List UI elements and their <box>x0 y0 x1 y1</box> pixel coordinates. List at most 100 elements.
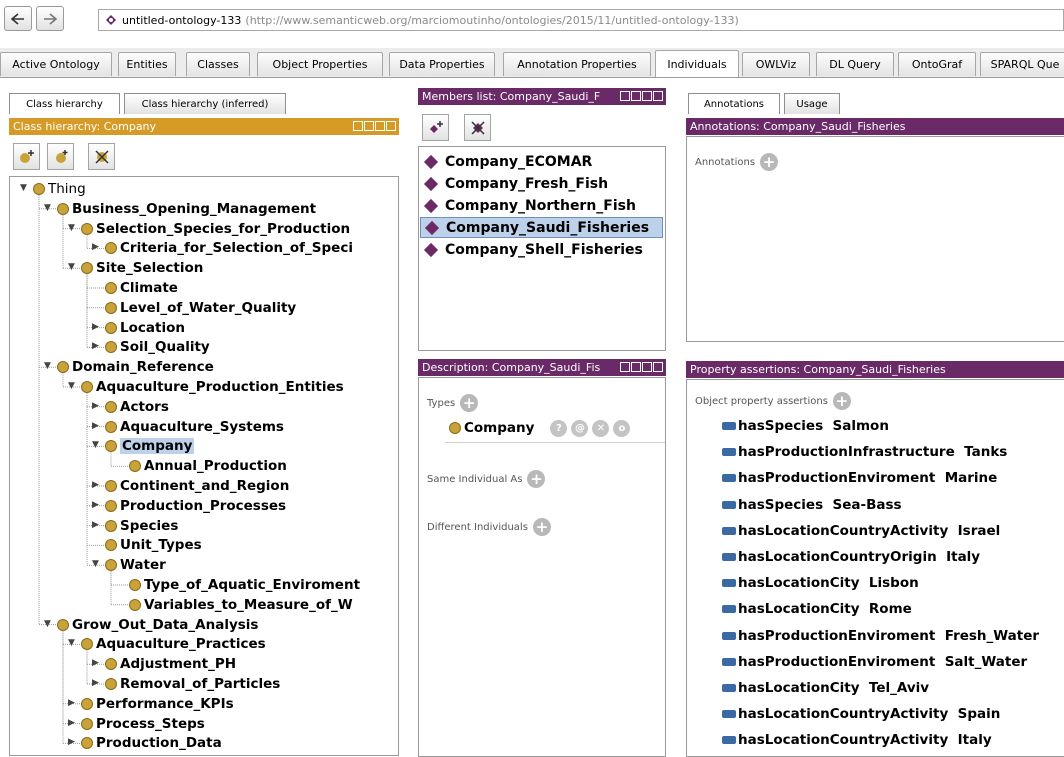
add-different-individual-button[interactable]: + <box>532 518 551 536</box>
expand-toggle-icon[interactable]: ▶ <box>92 242 99 252</box>
expand-toggle-icon[interactable]: ▶ <box>92 401 99 411</box>
property-assertion-row[interactable]: hasLocationCity Rome <box>722 599 912 619</box>
maximize-icon[interactable] <box>375 121 385 131</box>
expand-toggle-icon[interactable]: ▶ <box>68 698 75 708</box>
tab-data-properties[interactable]: Data Properties <box>389 52 495 76</box>
property-assertion-row[interactable]: hasLocationCountryActivity Israel <box>722 521 1000 541</box>
collapse-toggle-icon[interactable]: ▼ <box>92 440 99 450</box>
member-list-item[interactable]: Company_ECOMAR <box>423 151 592 172</box>
add-annotation-button[interactable]: + <box>760 153 779 171</box>
expand-toggle-icon[interactable]: ▶ <box>92 341 99 351</box>
expand-toggle-icon[interactable]: ▶ <box>92 658 99 668</box>
expand-toggle-icon[interactable]: ▶ <box>68 737 75 747</box>
view-controls[interactable] <box>353 121 396 131</box>
expand-toggle-icon[interactable]: ▶ <box>92 480 99 490</box>
minimize-icon[interactable] <box>364 121 374 131</box>
class-tree-node[interactable]: Location <box>105 318 185 338</box>
class-tree-node[interactable]: Performance_KPIs <box>81 694 234 714</box>
class-tree-node[interactable]: Type_of_Aquatic_Enviroment <box>129 575 360 595</box>
delete-class-button[interactable] <box>88 143 115 170</box>
remove-icon[interactable]: ✕ <box>592 419 610 437</box>
tab-individuals[interactable]: Individuals <box>655 50 739 77</box>
maximize-icon[interactable] <box>642 362 652 372</box>
class-tree-node[interactable]: Soil_Quality <box>105 337 210 357</box>
collapse-toggle-icon[interactable]: ▼ <box>68 638 75 648</box>
property-assertion-row[interactable]: hasProductionEnviroment Salt_Water <box>722 652 1027 672</box>
expand-toggle-icon[interactable]: ▶ <box>68 718 75 728</box>
class-tree-node[interactable]: Company <box>105 436 195 456</box>
property-assertion-row[interactable]: hasSpecies Sea-Bass <box>722 495 902 515</box>
maximize-icon[interactable] <box>642 91 652 101</box>
property-assertion-row[interactable]: hasSpecies Salmon <box>722 416 889 436</box>
class-tree-node[interactable]: Domain_Reference <box>57 357 214 377</box>
class-tree-node[interactable]: Level_of_Water_Quality <box>105 298 296 318</box>
add-object-property-assertion-button[interactable]: + <box>832 392 851 410</box>
add-subclass-button[interactable] <box>13 143 40 170</box>
close-icon[interactable] <box>653 362 663 372</box>
class-tree-node[interactable]: Aquaculture_Production_Entities <box>81 377 344 397</box>
collapse-toggle-icon[interactable]: ▼ <box>44 361 51 371</box>
class-tree-node[interactable]: Business_Opening_Management <box>57 199 316 219</box>
class-tree-node[interactable]: Annual_Production <box>129 456 287 476</box>
class-tree-node[interactable]: Actors <box>105 397 169 417</box>
edit-icon[interactable]: o <box>613 419 631 437</box>
close-icon[interactable] <box>386 121 396 131</box>
class-tree-node[interactable]: Aquaculture_Systems <box>105 417 284 437</box>
class-tree-node[interactable]: Production_Processes <box>105 496 286 516</box>
add-same-individual-button[interactable]: + <box>527 470 546 488</box>
property-assertion-row[interactable]: hasProductionInfrastructure Tanks <box>722 442 1007 462</box>
annotate-icon[interactable]: @ <box>571 419 589 437</box>
subtab-usage[interactable]: Usage <box>784 93 840 114</box>
pin-icon[interactable] <box>620 91 630 101</box>
collapse-toggle-icon[interactable]: ▼ <box>68 262 75 272</box>
collapse-toggle-icon[interactable]: ▼ <box>44 203 51 213</box>
collapse-toggle-icon[interactable]: ▼ <box>44 619 51 629</box>
property-assertion-row[interactable]: hasLocationCountryActivity Italy <box>722 730 992 750</box>
class-tree-node[interactable]: Production_Data <box>81 733 222 753</box>
expand-toggle-icon[interactable]: ▶ <box>92 520 99 530</box>
class-tree-node[interactable]: Site_Selection <box>81 258 203 278</box>
property-assertion-row[interactable]: hasLocationCountryActivity Spain <box>722 704 1000 724</box>
collapse-toggle-icon[interactable]: ▼ <box>68 381 75 391</box>
class-tree-node[interactable]: Variables_to_Measure_of_W <box>129 595 353 615</box>
ontology-address-bar[interactable]: untitled-ontology-133 (http://www.semant… <box>98 9 1064 31</box>
pin-icon[interactable] <box>353 121 363 131</box>
property-assertion-row[interactable]: hasLocationCity Lisbon <box>722 573 919 593</box>
member-list-item[interactable]: Company_Northern_Fish <box>423 195 636 216</box>
expand-toggle-icon[interactable]: ▶ <box>92 678 99 688</box>
class-tree-node[interactable]: Species <box>105 516 178 536</box>
tab-entities[interactable]: Entities <box>118 52 176 76</box>
add-type-button[interactable]: + <box>460 394 479 412</box>
tab-ontograf[interactable]: OntoGraf <box>898 52 976 76</box>
property-assertion-row[interactable]: hasProductionEnviroment Fresh_Water <box>722 626 1039 646</box>
subtab-class-hierarchy[interactable]: Class hierarchy <box>9 93 120 114</box>
subtab-annotations[interactable]: Annotations <box>688 93 780 114</box>
collapse-toggle-icon[interactable]: ▼ <box>92 559 99 569</box>
tab-sparql-query[interactable]: SPARQL Que <box>980 52 1064 76</box>
class-tree-node[interactable]: Grow_Out_Data_Analysis <box>57 615 258 635</box>
class-tree-node[interactable]: Aquaculture_Practices <box>81 634 266 654</box>
view-controls[interactable] <box>620 91 663 101</box>
member-list-item[interactable]: Company_Shell_Fisheries <box>423 239 643 260</box>
class-tree-node[interactable]: Criteria_for_Selection_of_Speci <box>105 238 353 258</box>
minimize-icon[interactable] <box>631 91 641 101</box>
class-tree-node[interactable]: Climate <box>105 278 178 298</box>
back-button[interactable] <box>4 6 32 31</box>
class-tree-node[interactable]: Continent_and_Region <box>105 476 289 496</box>
class-tree-node[interactable]: Selection_Species_for_Production <box>81 219 350 239</box>
class-tree-node[interactable]: Unit_Types <box>105 535 202 555</box>
forward-button[interactable] <box>36 6 64 31</box>
view-controls[interactable] <box>620 362 663 372</box>
subtab-class-hierarchy-inferred[interactable]: Class hierarchy (inferred) <box>124 93 286 114</box>
tab-active-ontology[interactable]: Active Ontology <box>0 52 112 76</box>
tab-object-properties[interactable]: Object Properties <box>257 52 383 76</box>
tab-annotation-properties[interactable]: Annotation Properties <box>503 52 651 76</box>
tab-dl-query[interactable]: DL Query <box>816 52 894 76</box>
collapse-toggle-icon[interactable]: ▼ <box>68 223 75 233</box>
class-tree-node[interactable]: Removal_of_Particles <box>105 674 280 694</box>
add-sibling-class-button[interactable] <box>47 143 74 170</box>
property-assertion-row[interactable]: hasLocationCountryOrigin Italy <box>722 547 980 567</box>
collapse-toggle-icon[interactable]: ▼ <box>20 183 27 193</box>
class-tree-node[interactable]: Process_Steps <box>81 714 205 734</box>
expand-toggle-icon[interactable]: ▶ <box>92 421 99 431</box>
